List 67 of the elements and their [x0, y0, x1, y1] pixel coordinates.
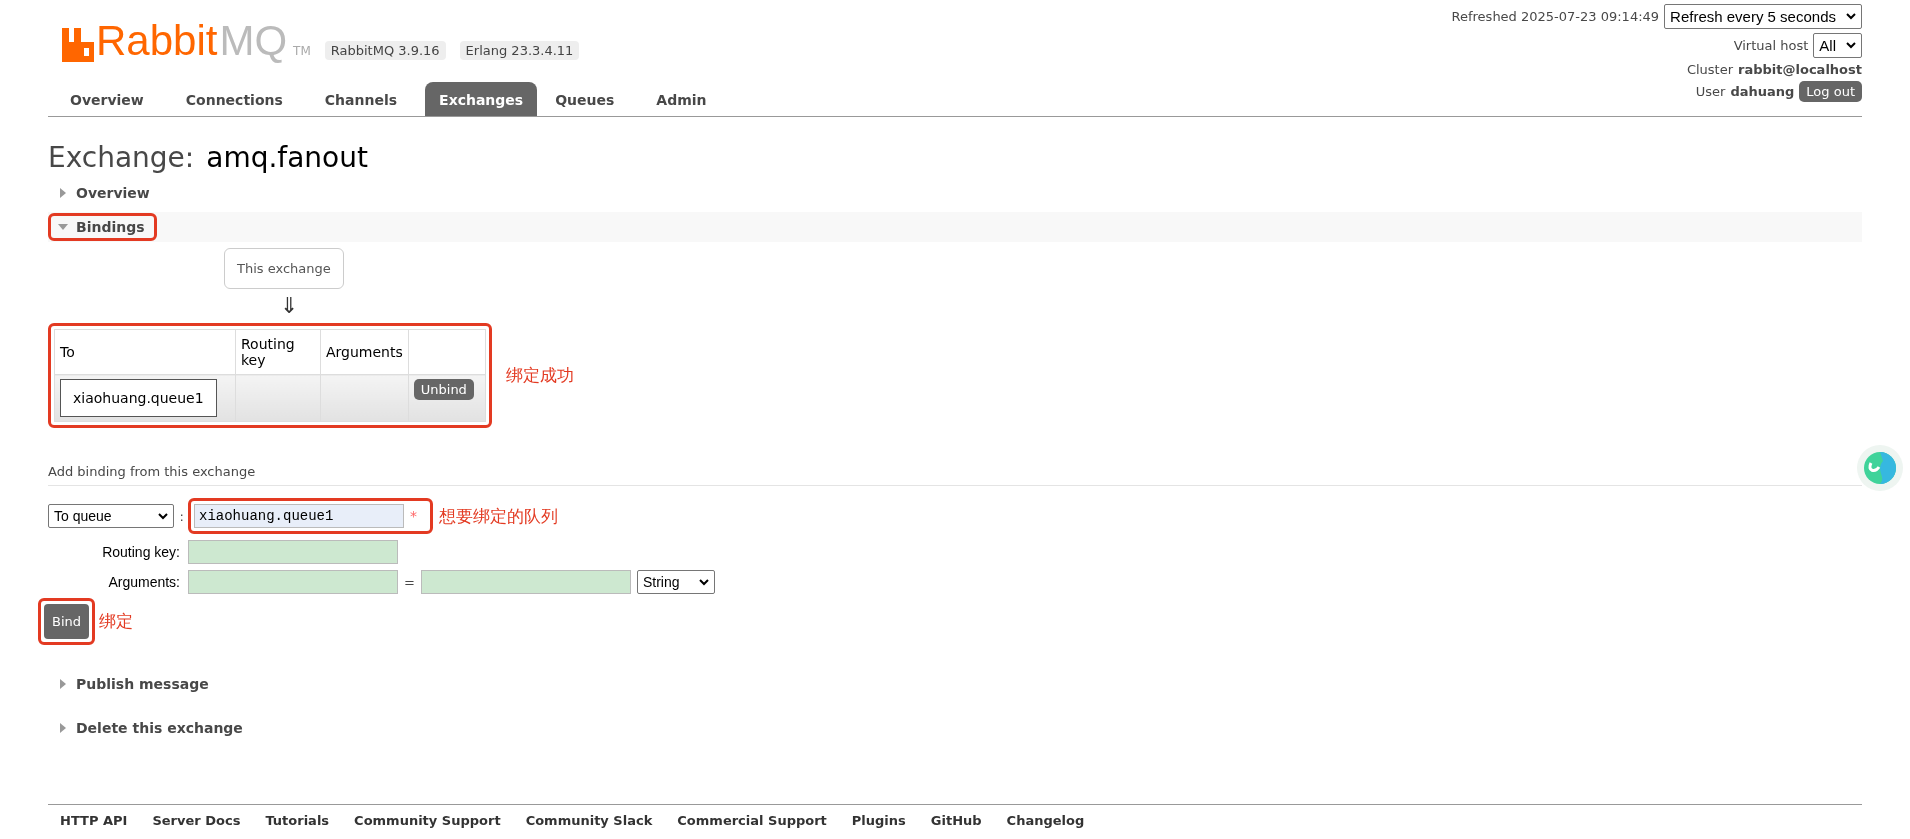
nav-tab[interactable]: Connections — [171, 82, 297, 116]
triangle-right-icon — [58, 679, 68, 689]
section-toggle[interactable]: Publish message — [54, 676, 215, 692]
section-toggle[interactable]: Bindings — [54, 219, 151, 235]
brand-name: MQ — [219, 20, 288, 62]
source-node: This exchange — [224, 248, 344, 289]
virtual-host-select[interactable]: All — [1813, 33, 1862, 58]
triangle-right-icon — [58, 723, 68, 733]
section-toggle[interactable]: Overview — [54, 185, 156, 201]
logo-icon — [62, 28, 94, 62]
nav-tab[interactable]: Exchanges — [425, 82, 538, 116]
footer-link[interactable]: Tutorials — [265, 813, 330, 828]
field-label: Arguments: — [107, 574, 181, 590]
cluster-label: Cluster — [1686, 62, 1734, 77]
footer-link[interactable]: HTTP API — [60, 813, 128, 828]
argument-key-field[interactable] — [188, 570, 398, 594]
annotation-note: 想要绑定的队列 — [439, 504, 558, 528]
nav-tab[interactable]: Admin — [642, 82, 721, 116]
refreshed-time: Refreshed 2025-07-23 09:14:49 — [1451, 9, 1660, 24]
brand-name: Rabbit — [96, 20, 218, 62]
version-badge: Erlang 23.3.4.11 — [459, 41, 580, 60]
triangle-right-icon — [58, 188, 68, 198]
equals-sign: = — [404, 574, 415, 590]
separator: : — [179, 508, 184, 524]
annotation-note: 绑定 — [99, 610, 134, 633]
routing-key-field[interactable] — [188, 540, 398, 564]
triangle-down-icon — [58, 222, 68, 232]
footer-link[interactable]: Community Slack — [525, 813, 653, 828]
annotation-note: 绑定成功 — [505, 364, 574, 387]
refresh-select[interactable]: Refresh every 5 seconds — [1664, 4, 1862, 29]
unbind-button[interactable]: Unbind — [413, 379, 474, 400]
nav-tab[interactable]: Overview — [56, 82, 158, 116]
chevron-down-icon — [698, 578, 709, 586]
nav-tab[interactable]: Channels — [310, 82, 412, 116]
logout-button[interactable]: Log out — [1799, 81, 1862, 102]
flow-arrow: ⇓ — [280, 292, 300, 320]
nav-tab[interactable]: Queues — [541, 82, 629, 116]
page-title: Exchange: — [48, 141, 195, 174]
user-label: User — [1695, 84, 1726, 99]
version-badge: RabbitMQ 3.9.16 — [324, 41, 446, 60]
chevron-down-icon — [157, 512, 168, 520]
column-header: Arguments — [320, 329, 409, 375]
footer-link[interactable]: Commercial Support — [677, 813, 827, 828]
field-label: Routing key: — [101, 544, 181, 560]
assistant-icon[interactable] — [1857, 445, 1903, 491]
chevron-down-icon — [1846, 42, 1856, 49]
destination-field[interactable]: xiaohuang.queue1 — [194, 504, 404, 528]
section-toggle[interactable]: Delete this exchange — [54, 720, 249, 736]
footer-link[interactable]: Changelog — [1006, 813, 1085, 828]
trademark: TM — [293, 44, 311, 58]
chevron-down-icon — [1846, 13, 1856, 20]
footer-link[interactable]: Server Docs — [152, 813, 241, 828]
virtual-host-label: Virtual host — [1733, 38, 1809, 53]
destination-type-select[interactable]: To queue — [48, 504, 174, 528]
column-header: Routing key — [235, 329, 321, 375]
required-mark: * — [410, 508, 417, 524]
footer-link[interactable]: Community Support — [354, 813, 501, 828]
exchange-name: amq.fanout — [206, 141, 368, 174]
user-name: dahuang — [1730, 84, 1795, 99]
argument-type-select[interactable]: String — [636, 570, 715, 594]
argument-value-field[interactable] — [420, 570, 631, 594]
bind-button[interactable]: Bind — [44, 604, 90, 639]
queue-link[interactable]: xiaohuang.queue1 — [60, 379, 217, 417]
footer-link[interactable]: GitHub — [930, 813, 982, 828]
column-header: To — [54, 329, 236, 375]
cluster-name: rabbit@localhost — [1738, 62, 1862, 77]
footer-link[interactable]: Plugins — [851, 813, 906, 828]
